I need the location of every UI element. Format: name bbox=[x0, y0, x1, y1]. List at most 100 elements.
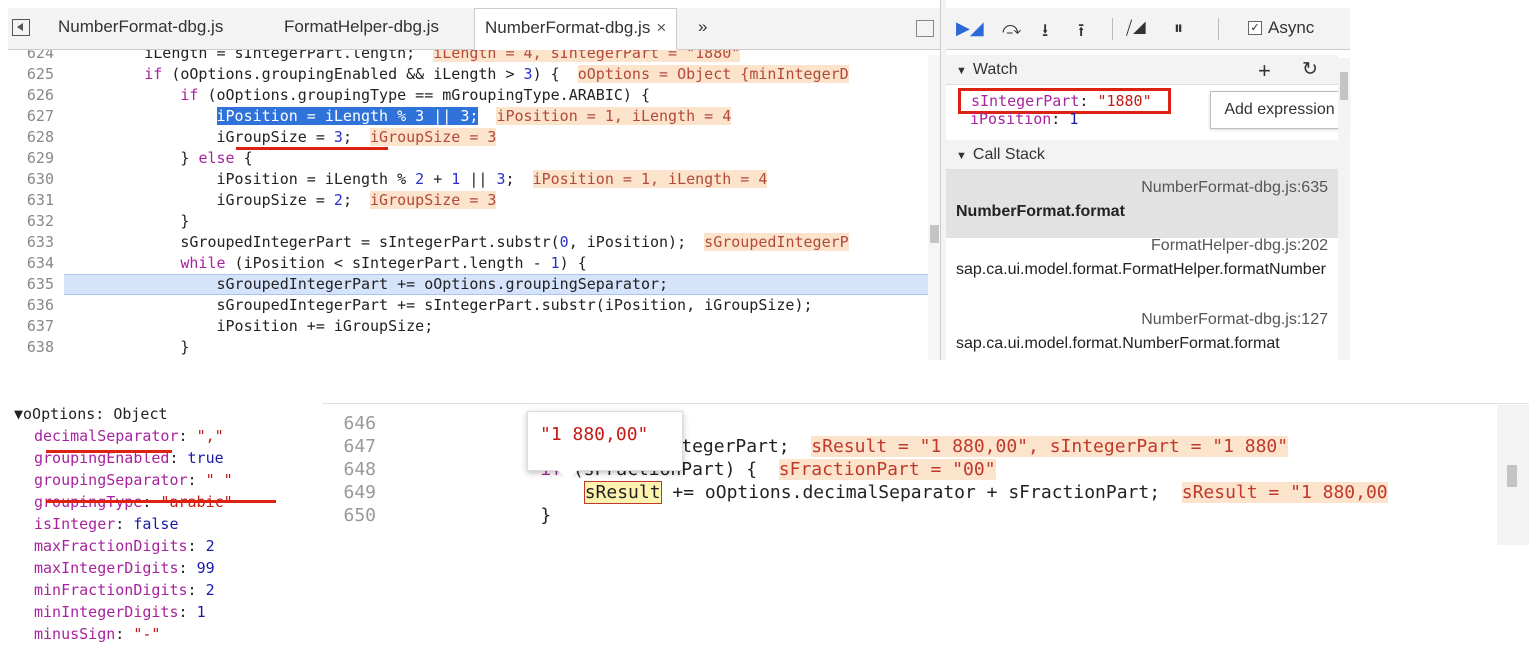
code-line[interactable]: 634 while (iPosition < sIntegerPart.leng… bbox=[8, 253, 940, 274]
tab-formathelper[interactable]: FormatHelper-dbg.js bbox=[274, 8, 449, 50]
object-property[interactable]: minusSign: "-" bbox=[14, 623, 233, 645]
line-number[interactable]: 637 bbox=[8, 316, 60, 337]
code-line[interactable]: 628 iGroupSize = 3; iGroupSize = 3 bbox=[8, 127, 940, 148]
scrollbar-thumb[interactable] bbox=[1340, 72, 1348, 100]
code-line[interactable]: 636 sGroupedIntegerPart += sIntegerPart.… bbox=[8, 295, 940, 316]
code-line[interactable]: 635 sGroupedIntegerPart += oOptions.grou… bbox=[8, 274, 940, 295]
property-name: minFractionDigits bbox=[34, 581, 188, 599]
line-number[interactable]: 633 bbox=[8, 232, 60, 253]
call-stack-title: Call Stack bbox=[972, 146, 1045, 163]
expand-triangle-icon: ▼ bbox=[956, 150, 967, 162]
object-property[interactable]: isInteger: false bbox=[14, 513, 233, 535]
line-number[interactable]: 632 bbox=[8, 211, 60, 232]
code-line[interactable]: 625 if (oOptions.groupingEnabled && iLen… bbox=[8, 64, 940, 85]
line-number[interactable]: 627 bbox=[8, 106, 60, 127]
object-property[interactable]: maxFractionDigits: 2 bbox=[14, 535, 233, 557]
property-value: 1 bbox=[196, 603, 206, 621]
code-line[interactable]: 631 iGroupSize = 2; iGroupSize = 3 bbox=[8, 190, 940, 211]
sidebar-scrollbar[interactable] bbox=[1338, 58, 1350, 360]
toggle-navigator-icon[interactable] bbox=[12, 19, 30, 36]
close-tab-icon[interactable]: × bbox=[656, 18, 666, 37]
async-label: Async bbox=[1268, 18, 1315, 37]
object-property[interactable]: decimalSeparator: "," bbox=[14, 425, 233, 447]
add-watch-icon[interactable]: + bbox=[1258, 58, 1271, 84]
tab-label: FormatHelper-dbg.js bbox=[284, 17, 439, 36]
code-line[interactable]: 646 } bbox=[322, 412, 1529, 435]
line-number[interactable]: 647 bbox=[322, 435, 376, 458]
toggle-debugger-icon[interactable] bbox=[916, 20, 934, 37]
bottom-scrollbar[interactable] bbox=[1497, 405, 1529, 545]
code-line[interactable]: 647 sResult = sIntegerPart; sResult = "1… bbox=[322, 435, 1529, 458]
code-line[interactable]: 627 iPosition = iLength % 3 || 3; iPosit… bbox=[8, 106, 940, 127]
tab-numberformat-1[interactable]: NumberFormat-dbg.js bbox=[48, 8, 233, 50]
frame-location: FormatHelper-dbg.js:202 bbox=[1151, 237, 1328, 254]
code-line[interactable]: 638 } bbox=[8, 337, 940, 358]
scrollbar-thumb[interactable] bbox=[1507, 465, 1517, 487]
step-out-icon[interactable]: ⭱ bbox=[1078, 18, 1084, 48]
watch-name: sIntegerPart bbox=[971, 92, 1080, 110]
line-number[interactable]: 626 bbox=[8, 85, 60, 106]
code-text: iPosition = iLength % 2 + 1 || 3; iPosit… bbox=[72, 170, 768, 188]
line-number[interactable]: 634 bbox=[8, 253, 60, 274]
object-property[interactable]: minIntegerDigits: 1 bbox=[14, 601, 233, 623]
code-line[interactable]: 632 } bbox=[8, 211, 940, 232]
line-number[interactable]: 638 bbox=[8, 337, 60, 358]
line-number[interactable]: 650 bbox=[322, 504, 376, 527]
code-line[interactable]: 633 sGroupedIntegerPart = sIntegerPart.s… bbox=[8, 232, 940, 253]
async-checkbox[interactable]: ✓ bbox=[1248, 21, 1262, 35]
code-line[interactable]: 624 iLength = sIntegerPart.length; iLeng… bbox=[8, 50, 940, 64]
line-number[interactable]: 624 bbox=[8, 50, 60, 64]
line-number[interactable]: 630 bbox=[8, 169, 60, 190]
code-text: while (iPosition < sIntegerPart.length -… bbox=[180, 254, 587, 272]
code-line[interactable]: 630 iPosition = iLength % 2 + 1 || 3; iP… bbox=[8, 169, 940, 190]
object-label: oOptions: Object bbox=[23, 405, 168, 423]
object-property[interactable]: groupingSeparator: " " bbox=[14, 469, 233, 491]
watch-header[interactable]: ▼ Watch bbox=[946, 55, 1338, 85]
tab-numberformat-active[interactable]: NumberFormat-dbg.js × bbox=[474, 8, 678, 50]
editor-scrollbar[interactable] bbox=[928, 55, 940, 360]
line-number[interactable]: 629 bbox=[8, 148, 60, 169]
scrollbar-thumb[interactable] bbox=[930, 225, 939, 243]
line-number[interactable]: 625 bbox=[8, 64, 60, 85]
object-header[interactable]: ▼oOptions: Object bbox=[14, 403, 233, 425]
frame-function: sap.ca.ui.model.format.FormatHelper.form… bbox=[956, 261, 1326, 278]
step-over-icon[interactable]: ⤼ bbox=[1002, 18, 1021, 39]
code-line[interactable]: 650 } bbox=[322, 504, 1529, 527]
refresh-watch-icon[interactable]: ↻ bbox=[1302, 58, 1318, 81]
property-name: maxFractionDigits bbox=[34, 537, 188, 555]
call-frame[interactable]: FormatHelper-dbg.js:202 sap.ca.ui.model.f… bbox=[946, 228, 1338, 300]
bottom-code-editor[interactable]: 646 }647 sResult = sIntegerPart; sResult… bbox=[322, 403, 1529, 548]
code-line[interactable]: 648 if (sFractionPart) { sFractionPart =… bbox=[322, 458, 1529, 481]
step-into-icon[interactable]: ⭳ bbox=[1042, 18, 1048, 48]
line-number[interactable]: 631 bbox=[8, 190, 60, 211]
code-text: iGroupSize = 3; iGroupSize = 3 bbox=[72, 128, 497, 146]
code-line[interactable]: 637 iPosition += iGroupSize; bbox=[8, 316, 940, 337]
line-number[interactable]: 636 bbox=[8, 295, 60, 316]
line-number[interactable]: 648 bbox=[322, 458, 376, 481]
property-value: " " bbox=[205, 471, 233, 489]
watch-value: 1 bbox=[1069, 110, 1079, 128]
object-property[interactable]: maxIntegerDigits: 99 bbox=[14, 557, 233, 579]
line-number[interactable]: 649 bbox=[322, 481, 376, 504]
watch-item[interactable]: iPosition: 1 bbox=[970, 110, 1078, 128]
call-stack-header[interactable]: ▼ Call Stack bbox=[946, 140, 1338, 170]
line-number[interactable]: 628 bbox=[8, 127, 60, 148]
watch-value: "1880" bbox=[1097, 92, 1152, 110]
deactivate-breakpoints-icon[interactable]: ⧸◢ bbox=[1126, 18, 1147, 39]
line-number[interactable]: 635 bbox=[8, 274, 60, 295]
code-line[interactable]: 629 } else { bbox=[8, 148, 940, 169]
code-editor[interactable]: 624 iLength = sIntegerPart.length; iLeng… bbox=[8, 50, 940, 360]
line-number[interactable]: 646 bbox=[322, 412, 376, 435]
code-line[interactable]: 649 sResult += oOptions.decimalSeparator… bbox=[322, 481, 1529, 504]
tab-label: NumberFormat-dbg.js bbox=[485, 18, 651, 37]
code-text: sGroupedIntegerPart += oOptions.grouping… bbox=[72, 275, 669, 293]
pause-on-exceptions-icon[interactable]: ⏸ bbox=[1174, 18, 1183, 39]
object-property[interactable]: minFractionDigits: 2 bbox=[14, 579, 233, 601]
frame-function: NumberFormat.format bbox=[956, 203, 1125, 220]
code-line[interactable]: 626 if (oOptions.groupingType == mGroupi… bbox=[8, 85, 940, 106]
tab-overflow-icon[interactable]: » bbox=[688, 8, 717, 50]
value-tooltip: "1 880,00" bbox=[527, 411, 683, 480]
resume-icon[interactable]: ▶◢ bbox=[956, 18, 984, 39]
code-text: iGroupSize = 2; iGroupSize = 3 bbox=[72, 191, 497, 209]
call-frame[interactable]: NumberFormat-dbg.js:127 sap.ca.ui.model.f… bbox=[946, 302, 1338, 370]
